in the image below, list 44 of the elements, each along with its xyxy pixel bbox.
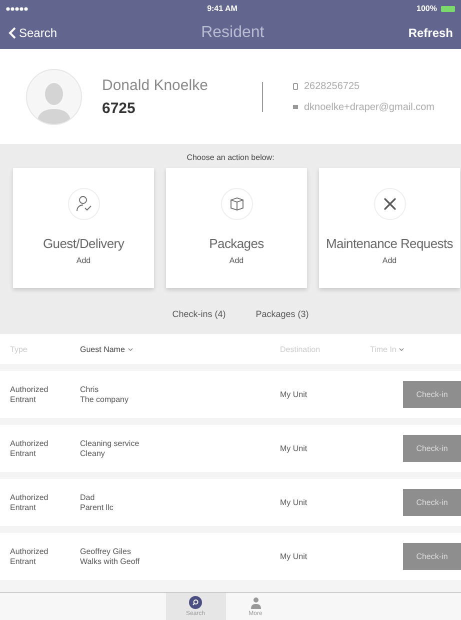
person-icon [250, 596, 260, 608]
action-subtitle: Add [382, 256, 397, 265]
type-cell-text: Authorized Entrant [10, 384, 50, 404]
screen-title: Resident [201, 24, 264, 42]
phone-number: 2628256725 [304, 80, 360, 92]
action-subtitle: Add [76, 256, 91, 265]
guest-cell-text: Dad Parent llc [80, 492, 114, 512]
guest-cell-text: Geoffrey Giles Walks with Geoff [80, 546, 141, 566]
phone-icon [293, 82, 298, 90]
back-button[interactable]: Search [8, 26, 58, 40]
action-title: Guest/Delivery [42, 236, 124, 251]
destination-cell-text: My Unit [280, 552, 308, 562]
type-cell-text: Authorized Entrant [10, 546, 50, 566]
box-icon [228, 196, 244, 212]
battery-icon [440, 6, 455, 12]
action-prompt: Choose an action below: [186, 153, 276, 162]
guest-cell-text: Chris The company [80, 384, 130, 404]
chevron-down-icon [128, 348, 133, 350]
list-tab[interactable]: Packages (3) [256, 309, 309, 319]
chevron-down-icon [399, 348, 404, 350]
person-check-icon [74, 195, 92, 213]
resident-name: Donald Knoelke [102, 76, 209, 94]
signal-icon [6, 6, 28, 10]
action-card[interactable]: Packages Add [166, 168, 307, 288]
chevron-left-icon [8, 27, 16, 39]
action-card[interactable]: Guest/Delivery Add [13, 168, 154, 288]
destination-cell-text: My Unit [280, 444, 308, 454]
destination-cell-text: My Unit [280, 390, 308, 400]
action-card[interactable]: Maintenance Requests Add [319, 168, 460, 288]
column-header[interactable]: Guest Name [80, 344, 280, 354]
unit-number: 6725 [102, 100, 136, 116]
search-icon [189, 596, 202, 609]
action-title: Maintenance Requests [326, 236, 453, 251]
destination-cell-text: My Unit [280, 498, 308, 508]
action-subtitle: Add [229, 256, 244, 265]
refresh-button[interactable]: Refresh [408, 26, 453, 40]
action-title: Packages [209, 236, 264, 251]
type-cell-text: Authorized Entrant [10, 492, 50, 512]
status-time: 9:41 AM [207, 4, 238, 13]
type-cell-text: Authorized Entrant [10, 438, 50, 458]
list-tab[interactable]: Check-ins (4) [172, 309, 226, 319]
email-address: dknoelke+draper@gmail.com [304, 102, 434, 112]
guest-cell-text: Cleaning service Cleany [80, 438, 140, 458]
battery-percent: 100% [416, 4, 437, 13]
